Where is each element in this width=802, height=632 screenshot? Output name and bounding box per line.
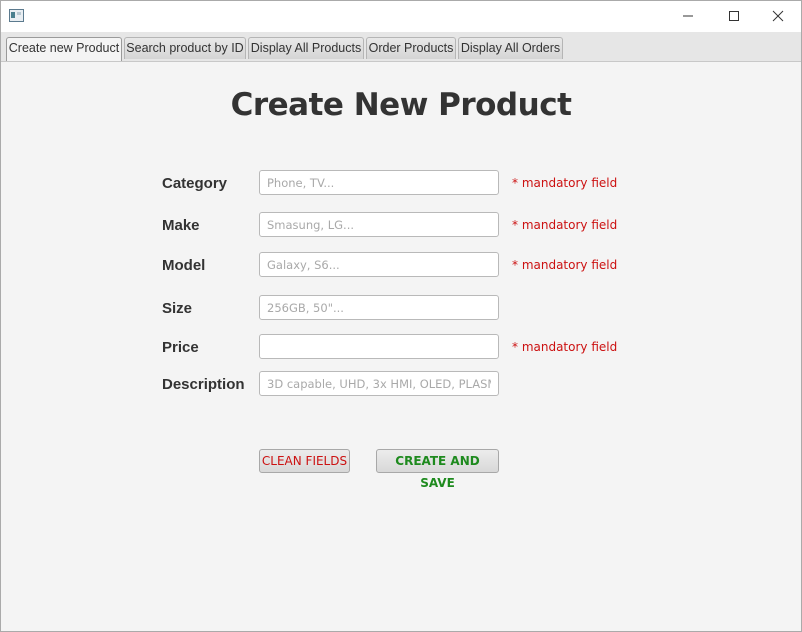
tab-display-all-orders[interactable]: Display All Orders <box>458 37 563 59</box>
close-icon <box>772 10 784 22</box>
size-label: Size <box>162 300 193 317</box>
page-title: Create New Product <box>230 87 572 123</box>
model-label: Model <box>162 257 206 274</box>
minimize-icon <box>683 15 693 17</box>
maximize-icon <box>729 11 739 21</box>
model-input[interactable] <box>259 252 499 277</box>
price-input[interactable] <box>259 334 499 359</box>
category-label: Category <box>162 175 228 192</box>
clean-fields-button[interactable]: CLEAN FIELDS <box>259 449 350 473</box>
size-input[interactable] <box>259 295 499 320</box>
close-button[interactable] <box>755 1 801 32</box>
tab-order-products[interactable]: Order Products <box>366 37 456 59</box>
tab-search-product-by-id[interactable]: Search product by ID <box>124 37 246 59</box>
app-icon-pane <box>17 12 21 15</box>
description-input[interactable] <box>259 371 499 396</box>
price-mandatory-note: * mandatory field <box>512 340 618 354</box>
make-label: Make <box>162 217 200 234</box>
title-bar <box>1 1 801 32</box>
maximize-button[interactable] <box>711 1 757 32</box>
tab-display-all-products[interactable]: Display All Products <box>248 37 364 59</box>
category-mandatory-note: * mandatory field <box>512 176 618 190</box>
tab-bar: Create new Product Search product by ID … <box>1 32 801 62</box>
create-and-save-button[interactable]: CREATE AND SAVE <box>376 449 499 490</box>
app-icon-pane <box>11 12 15 18</box>
description-label: Description <box>162 376 245 393</box>
category-input[interactable] <box>259 170 499 195</box>
model-mandatory-note: * mandatory field <box>512 258 618 272</box>
app-window: Create new Product Search product by ID … <box>0 0 802 632</box>
minimize-button[interactable] <box>665 1 711 32</box>
make-mandatory-note: * mandatory field <box>512 218 618 232</box>
tab-create-new-product[interactable]: Create new Product <box>6 37 122 61</box>
app-icon <box>9 9 24 22</box>
make-input[interactable] <box>259 212 499 237</box>
price-label: Price <box>162 339 199 356</box>
